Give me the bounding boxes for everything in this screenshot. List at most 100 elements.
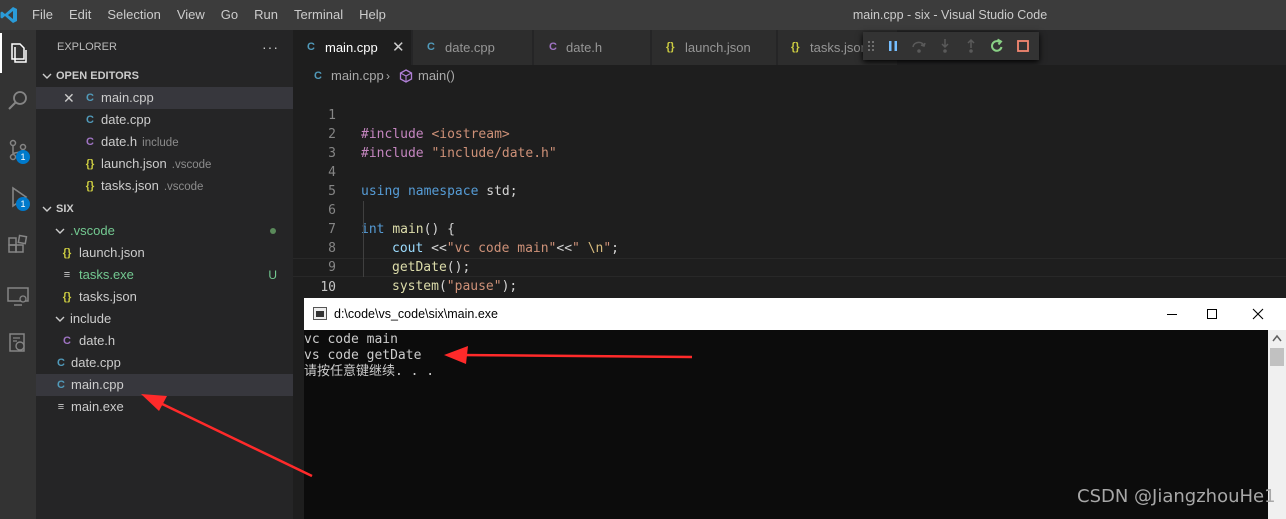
- tree-label: main.exe: [71, 399, 124, 414]
- breadcrumb-file[interactable]: main.cpp: [331, 65, 384, 87]
- restart-icon: [991, 38, 1003, 52]
- open-editor-label: date.cpp: [101, 112, 151, 127]
- header-file-icon: C: [63, 335, 71, 347]
- json-file-icon: {}: [62, 247, 72, 259]
- run-debug-button[interactable]: 1: [0, 177, 36, 217]
- tab-label: main.cpp: [325, 40, 378, 55]
- tree-file-date-h[interactable]: C date.h: [36, 330, 293, 352]
- code-line: 5: [293, 163, 1286, 199]
- tab-label: launch.json: [685, 40, 751, 55]
- tab-date-h[interactable]: C date.h: [534, 30, 651, 65]
- explorer-sidebar: EXPLORER ··· OPEN EDITORS ✕ C main.cpp C…: [36, 30, 293, 519]
- source-control-badge: 1: [16, 150, 30, 164]
- menu-run[interactable]: Run: [246, 0, 286, 30]
- tab-label: date.h: [566, 40, 603, 55]
- editor-tabs: C main.cpp ✕ C date.cpp C date.h {} laun…: [293, 30, 1286, 65]
- indent-guide: [363, 201, 364, 277]
- close-editor-icon[interactable]: ✕: [63, 87, 75, 109]
- open-editor-date-cpp[interactable]: C date.cpp: [36, 109, 293, 131]
- step-out-icon: [967, 38, 975, 53]
- menu-file[interactable]: File: [24, 0, 61, 30]
- search-button[interactable]: [0, 81, 36, 121]
- source-control-button[interactable]: 1: [0, 130, 36, 170]
- open-editor-entry: tasks.json .vscode: [101, 175, 203, 198]
- tree-file-date-cpp[interactable]: C date.cpp: [36, 352, 293, 374]
- tree-file-main-cpp[interactable]: C main.cpp: [36, 374, 293, 396]
- maximize-button[interactable]: [1189, 298, 1235, 330]
- chevron-down-icon: [55, 228, 65, 234]
- cpp-file-icon: C: [57, 379, 65, 391]
- stop-button[interactable]: [1013, 36, 1033, 56]
- more-actions-button[interactable]: ···: [262, 30, 279, 65]
- menu-help[interactable]: Help: [351, 0, 394, 30]
- tree-file-main-exe[interactable]: ≡ main.exe: [36, 396, 293, 418]
- folder-six-header[interactable]: SIX: [36, 198, 293, 220]
- menu-view[interactable]: View: [169, 0, 213, 30]
- cpp-file-icon: C: [86, 92, 94, 104]
- drag-handle[interactable]: [865, 36, 877, 56]
- tree-label: tasks.exe: [79, 267, 134, 282]
- breadcrumb-symbol[interactable]: main(): [418, 65, 455, 87]
- window-title: main.cpp - six - Visual Studio Code: [852, 8, 1048, 22]
- tree-label: include: [70, 311, 112, 326]
- pause-button[interactable]: [883, 36, 903, 56]
- code-line: 4 using namespace std;: [293, 144, 1286, 199]
- open-editor-main-cpp[interactable]: ✕ C main.cpp: [36, 87, 293, 109]
- open-editor-label: tasks.json: [101, 178, 159, 193]
- close-window-button[interactable]: [1235, 298, 1281, 330]
- stop-icon: [1017, 40, 1029, 52]
- step-out-button[interactable]: [961, 36, 981, 56]
- console-title-bar[interactable]: d:\code\vs_code\six\main.exe: [304, 298, 1286, 330]
- untracked-badge: U: [268, 268, 277, 282]
- tree-label: date.h: [79, 333, 116, 348]
- open-editor-path: .vscode: [171, 159, 212, 171]
- open-editor-path: .vscode: [163, 181, 204, 193]
- extensions-button[interactable]: [0, 226, 36, 266]
- menu-edit[interactable]: Edit: [61, 0, 99, 30]
- restart-button[interactable]: [987, 36, 1007, 56]
- explorer-title: EXPLORER: [57, 41, 117, 53]
- explorer-button[interactable]: [0, 33, 36, 73]
- open-editor-tasks-json[interactable]: {} tasks.json .vscode: [36, 175, 293, 197]
- step-into-button[interactable]: [935, 36, 955, 56]
- json-file-icon: {}: [791, 41, 800, 53]
- tree-file-tasks-exe[interactable]: ≡ tasks.exe U: [36, 264, 293, 286]
- title-bar: File Edit Selection View Go Run Terminal…: [0, 0, 1286, 30]
- tab-label: tasks.json: [810, 40, 868, 55]
- explorer-header: EXPLORER ···: [36, 30, 293, 65]
- close-tab-icon[interactable]: ✕: [392, 30, 405, 65]
- chevron-down-icon: [55, 316, 65, 322]
- scrollbar-thumb[interactable]: [1270, 348, 1284, 366]
- json-file-icon: {}: [85, 180, 95, 192]
- remote-explorer-button[interactable]: [0, 276, 36, 316]
- tab-main-cpp[interactable]: C main.cpp ✕: [293, 30, 412, 65]
- tree-file-launch-json[interactable]: {} launch.json: [36, 242, 293, 264]
- tree-label: tasks.json: [79, 289, 137, 304]
- json-file-icon: {}: [85, 158, 95, 170]
- binary-file-icon: ≡: [63, 269, 71, 281]
- cpp-file-icon: C: [314, 70, 322, 82]
- activity-bar: 1 1: [0, 30, 36, 519]
- tree-label: launch.json: [79, 245, 145, 260]
- tree-label: date.cpp: [71, 355, 121, 370]
- menu-terminal[interactable]: Terminal: [286, 0, 351, 30]
- tab-date-cpp[interactable]: C date.cpp: [413, 30, 533, 65]
- code-line: 11 }: [293, 277, 1286, 335]
- tab-label: date.cpp: [445, 40, 495, 55]
- menu-go[interactable]: Go: [213, 0, 246, 30]
- open-editor-date-h[interactable]: C date.h include: [36, 131, 293, 153]
- code-line: 8 getDate();: [293, 220, 1286, 275]
- tab-launch-json[interactable]: {} launch.json: [652, 30, 777, 65]
- open-editor-launch-json[interactable]: {} launch.json .vscode: [36, 153, 293, 175]
- cmake-button[interactable]: [0, 323, 36, 363]
- tree-file-tasks-json[interactable]: {} tasks.json: [36, 286, 293, 308]
- step-over-button[interactable]: [909, 36, 929, 56]
- debug-toolbar: [863, 32, 1039, 60]
- modified-dot: [270, 228, 276, 234]
- open-editor-entry: date.h include: [101, 131, 179, 154]
- menu-selection[interactable]: Selection: [99, 0, 168, 30]
- code-line: 9 system("pause");: [293, 239, 1286, 294]
- open-editors-header[interactable]: OPEN EDITORS: [36, 65, 293, 87]
- tree-folder-vscode[interactable]: .vscode: [36, 220, 293, 242]
- tree-folder-include[interactable]: include: [36, 308, 293, 330]
